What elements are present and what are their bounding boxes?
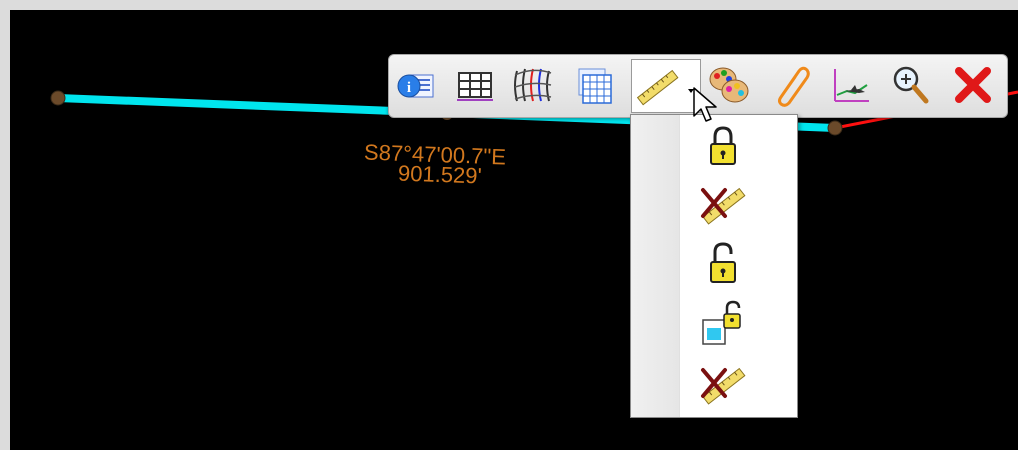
vertex-grip[interactable] <box>827 120 843 136</box>
paperclip-icon <box>778 66 810 107</box>
svg-text:i: i <box>407 80 411 96</box>
ruler-delete-icon <box>701 187 746 225</box>
grid-icon <box>578 68 612 104</box>
zoom-button[interactable] <box>889 61 933 109</box>
remove-measure-menu-item[interactable] <box>695 357 751 411</box>
profile-view-icon <box>834 69 869 102</box>
close-button[interactable] <box>951 61 995 109</box>
unlock-icon <box>710 242 736 283</box>
ruler-delete-icon <box>701 367 746 405</box>
document-unlock-icon <box>702 300 741 345</box>
grid-button[interactable] <box>571 61 615 109</box>
attach-button[interactable] <box>769 61 813 109</box>
measure-button[interactable] <box>631 59 701 113</box>
table-icon <box>457 72 493 101</box>
table-button[interactable] <box>453 61 497 109</box>
document-unlock-menu-item[interactable] <box>695 297 751 351</box>
surface-button[interactable] <box>511 61 555 109</box>
ruler-icon <box>636 69 694 106</box>
measure-dropdown-menu <box>630 114 798 418</box>
profile-view-button[interactable] <box>829 61 873 109</box>
info-icon: i <box>397 74 434 98</box>
lock-icon <box>710 126 736 165</box>
surface-icon <box>514 68 552 102</box>
distance-label: 901.529' <box>397 160 483 189</box>
zoom-icon <box>893 66 929 104</box>
unlock-menu-item[interactable] <box>695 237 751 291</box>
mouse-cursor <box>693 87 717 122</box>
close-icon <box>955 67 991 103</box>
vertex-grip[interactable] <box>50 90 66 106</box>
lock-menu-item[interactable] <box>695 119 751 173</box>
menu-gutter <box>631 115 680 417</box>
window-frame: S87°47'00.7"E 901.529' i <box>0 0 1018 450</box>
remove-measure-menu-item[interactable] <box>695 177 751 231</box>
info-button[interactable]: i <box>393 61 437 109</box>
